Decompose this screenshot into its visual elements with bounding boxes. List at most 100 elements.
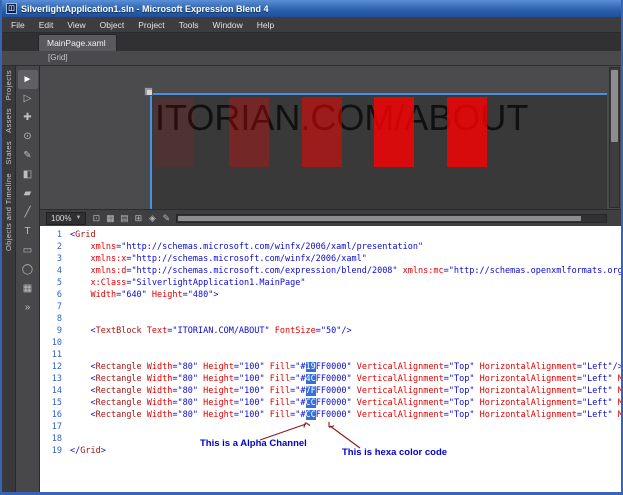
- code-line-4[interactable]: 4 xmlns:d="http://schemas.microsoft.com/…: [40, 265, 621, 277]
- breadcrumb[interactable]: [Grid]: [2, 51, 621, 66]
- direct-selection-tool-icon[interactable]: ▷: [18, 89, 38, 108]
- selection-tool-icon[interactable]: ►: [17, 70, 38, 89]
- panel-tab-projects[interactable]: Projects: [4, 70, 13, 100]
- line-number: 1: [56, 230, 62, 240]
- design-surface[interactable]: ITORIAN.COM/ABOUT: [40, 66, 621, 209]
- code-token-val: "http://schemas.openxmlformats.org/marku…: [448, 266, 621, 276]
- code-line-17[interactable]: 17: [40, 421, 621, 433]
- code-line-9[interactable]: 9 <TextBlock Text="ITORIAN.COM/ABOUT" Fo…: [40, 325, 621, 337]
- code-line-14[interactable]: 14 <Rectangle Width="80" Height="100" Fi…: [40, 385, 621, 397]
- rectangle-tool-icon[interactable]: ▭: [18, 241, 38, 260]
- code-token-tag: Grid: [75, 230, 96, 240]
- panel-tab-states[interactable]: States: [4, 141, 13, 165]
- artboard[interactable]: ITORIAN.COM/ABOUT: [144, 87, 607, 209]
- paint-bucket-tool-icon[interactable]: ◧: [18, 165, 38, 184]
- code-token-val: "640": [121, 290, 147, 300]
- menu-edit[interactable]: Edit: [32, 18, 61, 32]
- text-tool-icon[interactable]: T: [18, 222, 38, 241]
- breadcrumb-grid[interactable]: [Grid]: [48, 53, 68, 62]
- code-token-val: "#: [295, 386, 306, 396]
- title-bar[interactable]: ◫ SilverlightApplication1.sln - Microsof…: [2, 0, 621, 17]
- code-token-attr: Width: [146, 386, 173, 396]
- menu-object[interactable]: Object: [93, 18, 132, 32]
- code-token-val: "#: [295, 362, 306, 372]
- show-grid-toggle-icon[interactable]: ▦: [104, 212, 116, 224]
- effect-rendering-toggle-icon[interactable]: ⊡: [90, 212, 102, 224]
- code-token-delim: </: [70, 446, 81, 456]
- menu-help[interactable]: Help: [250, 18, 281, 32]
- code-token-val: "50": [320, 326, 342, 336]
- code-token-attr: HorizontalAlignment: [479, 386, 577, 396]
- code-token-attr: Margin: [618, 410, 621, 420]
- snap-to-snaplines-toggle-icon[interactable]: ◈: [146, 212, 158, 224]
- annotations-toggle-icon[interactable]: ✎: [160, 212, 172, 224]
- artboard-handle-icon[interactable]: [144, 87, 153, 96]
- panel-tab-assets[interactable]: Assets: [4, 108, 13, 133]
- rectangle-alpha-4C-2[interactable]: [229, 97, 269, 167]
- code-token-val: "480": [187, 290, 214, 300]
- code-token-val: "http://schemas.microsoft.com/expression…: [131, 266, 398, 276]
- code-token-tag: TextBlock: [95, 326, 142, 336]
- code-line-1[interactable]: 1 <Grid: [40, 229, 621, 241]
- code-line-13[interactable]: 13 <Rectangle Width="80" Height="100" Fi…: [40, 373, 621, 385]
- eyedropper-tool-icon[interactable]: ✎: [18, 146, 38, 165]
- snap-grid-toggle-icon[interactable]: ▤: [118, 212, 130, 224]
- code-token-attr: Fill: [269, 386, 291, 396]
- menu-tools[interactable]: Tools: [172, 18, 206, 32]
- pen-tool-icon[interactable]: ╱: [18, 203, 38, 222]
- code-token-val: "80": [177, 410, 198, 420]
- code-token-val: "http://schemas.microsoft.com/winfx/2006…: [121, 242, 424, 252]
- code-token-val: "Top": [448, 374, 475, 384]
- code-line-7[interactable]: 7: [40, 301, 621, 313]
- brush-tool-icon[interactable]: ▰: [18, 184, 38, 203]
- menu-view[interactable]: View: [60, 18, 92, 32]
- menu-file[interactable]: File: [4, 18, 32, 32]
- menu-window[interactable]: Window: [206, 18, 250, 32]
- code-line-18[interactable]: 18: [40, 433, 621, 445]
- line-number: 2: [56, 242, 62, 252]
- zoom-tool-icon[interactable]: ⊙: [18, 127, 38, 146]
- line-number: 3: [56, 254, 62, 264]
- rectangle-alpha-CC-5[interactable]: [447, 97, 487, 167]
- rectangle-alpha-19-1[interactable]: [154, 97, 194, 167]
- code-line-10[interactable]: 10: [40, 337, 621, 349]
- code-line-15[interactable]: 15 <Rectangle Width="80" Height="100" Fi…: [40, 397, 621, 409]
- xaml-editor[interactable]: 1 <Grid 2 xmlns="http://schemas.microsoft.…: [40, 226, 621, 492]
- code-line-8[interactable]: 8: [40, 313, 621, 325]
- code-token-attr: Height: [151, 290, 183, 300]
- gridlines-toggle-icon[interactable]: ⊞: [132, 212, 144, 224]
- design-horizontal-scrollbar[interactable]: [176, 213, 607, 223]
- code-token-attr: VerticalAlignment: [356, 362, 444, 372]
- code-token-val: "80": [177, 398, 198, 408]
- tab-mainpage-xaml[interactable]: MainPage.xaml: [38, 34, 117, 51]
- code-line-6[interactable]: 6 Width="640" Height="480">: [40, 289, 621, 301]
- zoom-value: 100%: [51, 213, 72, 223]
- panel-tab-objects-and-timeline[interactable]: Objects and Timeline: [4, 173, 13, 251]
- line-number: 7: [56, 302, 62, 312]
- more-tools-chevron-icon[interactable]: »: [18, 298, 38, 317]
- design-vertical-scrollbar-thumb[interactable]: [611, 70, 618, 142]
- code-token-delim: >: [100, 446, 106, 456]
- code-line-11[interactable]: 11: [40, 349, 621, 361]
- menu-project[interactable]: Project: [131, 18, 171, 32]
- code-token-attr: Height: [203, 362, 234, 372]
- code-line-5[interactable]: 5 x:Class="SilverlightApplication1.MainP…: [40, 277, 621, 289]
- rectangle-alpha-7F-3[interactable]: [302, 97, 342, 167]
- asset-library-tool-icon[interactable]: ▦: [18, 279, 38, 298]
- ellipse-tool-icon[interactable]: ◯: [18, 260, 38, 279]
- zoom-dropdown[interactable]: 100% ▼: [46, 211, 87, 225]
- design-vertical-scrollbar[interactable]: [609, 67, 620, 208]
- pan-tool-icon[interactable]: ✚: [18, 108, 38, 127]
- rectangle-alpha-CC-4[interactable]: [374, 97, 414, 167]
- window-title: SilverlightApplication1.sln - Microsoft …: [21, 3, 269, 14]
- code-line-12[interactable]: 12 <Rectangle Width="80" Height="100" Fi…: [40, 361, 621, 373]
- line-number: 9: [56, 326, 62, 336]
- design-horizontal-scrollbar-thumb[interactable]: [178, 215, 582, 221]
- code-token-delim: />: [341, 326, 352, 336]
- code-line-16[interactable]: 16 <Rectangle Width="80" Height="100" Fi…: [40, 409, 621, 421]
- code-token-tag: Grid: [80, 446, 101, 456]
- code-line-19[interactable]: 19 </Grid>: [40, 445, 621, 457]
- code-line-3[interactable]: 3 xmlns:x="http://schemas.microsoft.com/…: [40, 253, 621, 265]
- code-line-2[interactable]: 2 xmlns="http://schemas.microsoft.com/wi…: [40, 241, 621, 253]
